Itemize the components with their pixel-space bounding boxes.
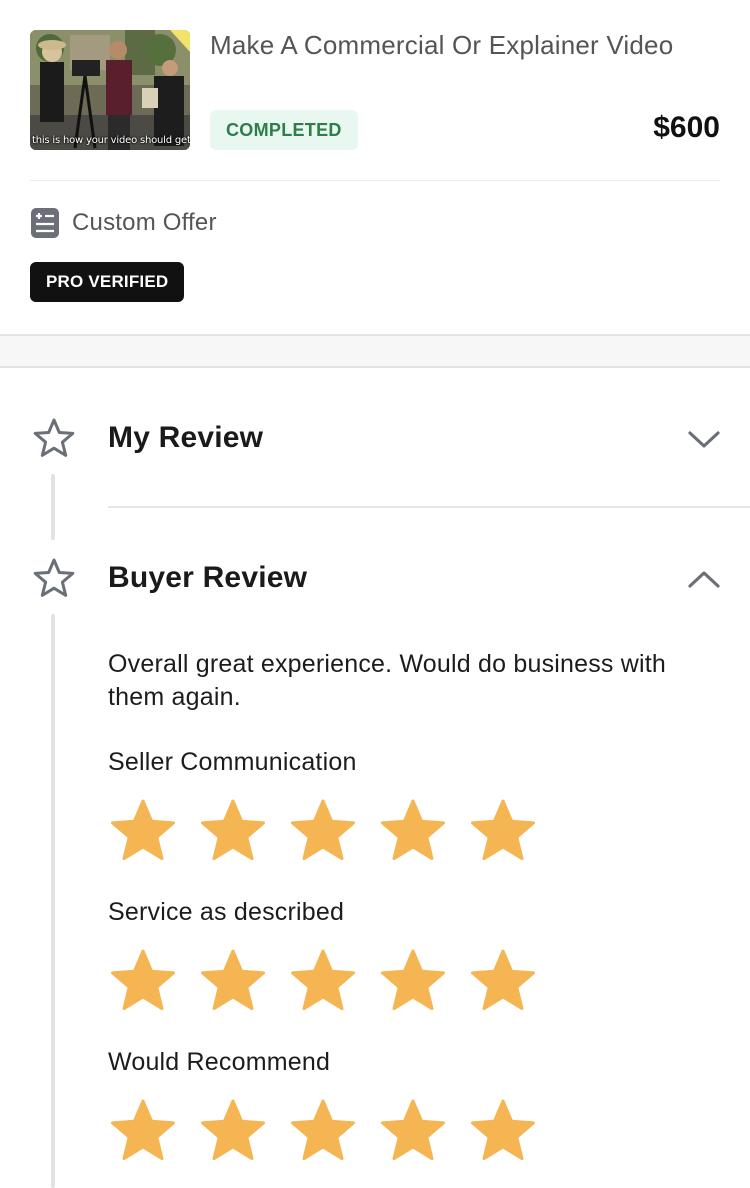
star-filled-icon [111,949,175,1011]
timeline-line [51,474,55,540]
criterion-label: Service as described [108,898,345,926]
star-outline-icon [33,418,75,457]
buyer-review-text: Overall great experience. Would do busin… [108,650,667,711]
divider [30,180,720,181]
offer-type-row: Custom Offer [30,205,217,241]
buyer-review-title: Buyer Review [108,561,308,594]
star-filled-icon [291,949,355,1011]
video-thumbnail-image [30,30,190,150]
section-separator [0,334,750,368]
chevron-up-icon[interactable] [686,565,722,593]
order-thumbnail[interactable]: this is how your video should get m [30,30,190,150]
order-card[interactable]: this is how your video should get m Make… [0,0,750,335]
star-filled-icon [111,799,175,861]
star-filled-icon [471,949,535,1011]
criterion-label: Would Recommend [108,1048,331,1076]
my-review-title: My Review [108,421,264,454]
my-review-header[interactable]: My Review [0,403,750,473]
star-filled-icon [201,949,265,1011]
star-filled-icon [381,799,445,861]
criterion-label: Seller Communication [108,748,357,776]
star-rating [108,948,558,1018]
star-filled-icon [201,1099,265,1161]
star-rating [108,1098,558,1168]
status-badge: COMPLETED [210,110,358,150]
star-filled-icon [291,1099,355,1161]
star-rating [108,798,558,868]
star-filled-icon [381,1099,445,1161]
star-outline-icon [33,558,75,597]
star-filled-icon [111,1099,175,1161]
star-filled-icon [381,949,445,1011]
divider [108,506,750,508]
offer-type-label: Custom Offer [72,209,217,236]
timeline-line [51,614,55,1188]
chevron-down-icon[interactable] [686,425,722,453]
star-filled-icon [291,799,355,861]
pro-verified-badge: PRO VERIFIED [30,262,185,302]
buyer-review-header[interactable]: Buyer Review [0,543,750,613]
star-filled-icon [201,799,265,861]
star-filled-icon [471,1099,535,1161]
order-title[interactable]: Make A Commercial Or Explainer Video [210,30,673,61]
star-filled-icon [471,799,535,861]
order-price: $600 [653,111,720,144]
thumbnail-caption: this is how your video should get m [32,135,190,146]
list-document-icon [31,208,59,238]
